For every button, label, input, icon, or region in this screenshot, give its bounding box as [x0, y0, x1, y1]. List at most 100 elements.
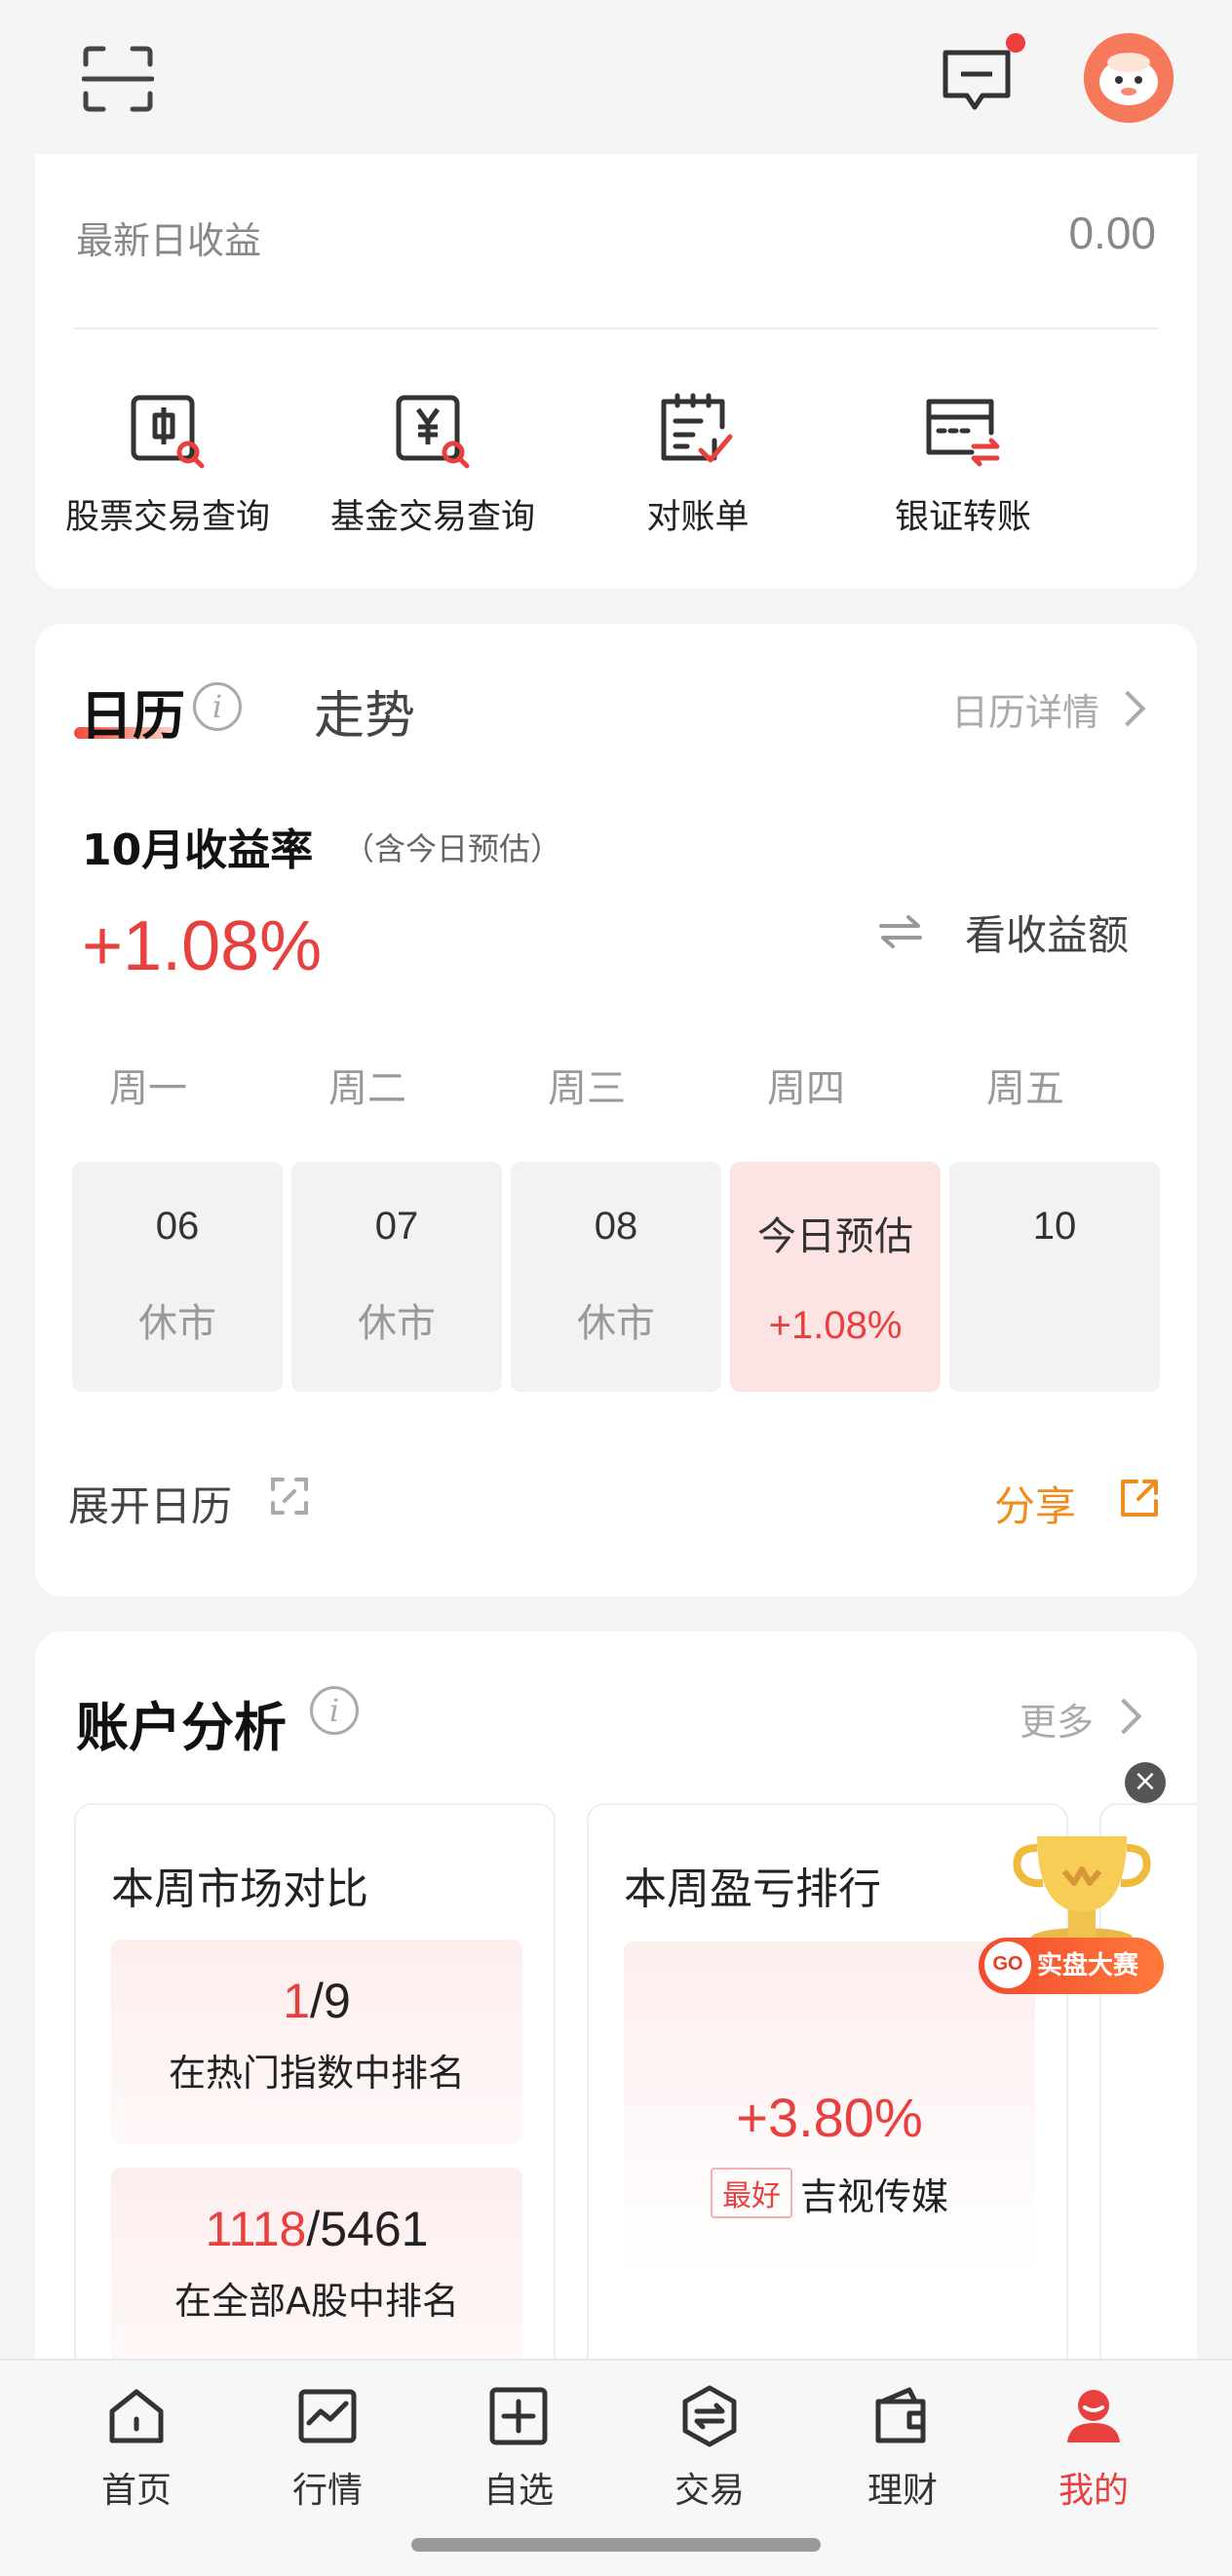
best-stock-name: 吉视传媒: [799, 2175, 948, 2218]
quick-link-stock-query[interactable]: 股票交易查询: [35, 392, 300, 539]
account-analysis-title: 账户分析: [76, 1697, 287, 1758]
nav-label: 自选: [482, 2471, 554, 2511]
month-return-value: +1.08%: [82, 907, 323, 985]
home-icon: [109, 2389, 164, 2443]
pl-best-box: +3.80% 最好 吉视传媒: [624, 1942, 1035, 2273]
calendar-card: 日历 i 走势 日历详情 10月收益率 （含今日预估） +1.08% 看收益额 …: [35, 624, 1197, 1596]
watchlist-icon: [489, 2387, 548, 2445]
day-number: 10: [1032, 1205, 1077, 1248]
day-status: 休市: [138, 1301, 216, 1346]
market-icon: [298, 2389, 357, 2443]
quick-link-bank-transfer[interactable]: 银证转账: [830, 392, 1096, 539]
day-number: 今日预估: [757, 1214, 913, 1259]
month-return-title: 10月收益率: [82, 826, 314, 875]
day-status: 休市: [577, 1301, 655, 1346]
calendar-day[interactable]: 08 休市: [511, 1162, 721, 1392]
ad-go-badge: GO: [984, 1942, 1031, 1988]
nav-watchlist[interactable]: 自选: [441, 2384, 597, 2513]
calendar-day[interactable]: 10: [949, 1162, 1160, 1392]
nav-label: 我的: [1058, 2471, 1129, 2511]
message-icon[interactable]: [940, 47, 1014, 113]
close-ad-button[interactable]: ×: [1125, 1762, 1166, 1803]
day-number: 06: [155, 1205, 200, 1248]
chevron-right-icon: [1109, 690, 1146, 727]
quick-link-label: 基金交易查询: [329, 498, 535, 537]
profile-icon: [1067, 2390, 1120, 2442]
expand-icon[interactable]: [269, 1476, 310, 1517]
nav-label: 行情: [291, 2471, 363, 2511]
day-status: +1.08%: [768, 1304, 903, 1347]
tab-calendar[interactable]: 日历: [80, 673, 185, 750]
nav-label: 理财: [866, 2471, 938, 2511]
rank-hot-index: 1/9 在热门指数中排名: [111, 1940, 522, 2144]
fund-query-icon: [396, 395, 470, 469]
more-link[interactable]: 更多: [1020, 1692, 1094, 1746]
weekday-label: 周一: [109, 1066, 187, 1111]
calendar-day[interactable]: 07 休市: [291, 1162, 502, 1392]
scan-icon[interactable]: [82, 45, 154, 113]
nav-trade[interactable]: 交易: [632, 2384, 788, 2513]
calendar-detail-link[interactable]: 日历详情: [951, 682, 1099, 736]
nav-profile[interactable]: 我的: [1016, 2384, 1172, 2513]
calendar-day-today[interactable]: 今日预估 +1.08%: [730, 1162, 941, 1392]
quick-link-label: 银证转账: [894, 498, 1031, 537]
trophy-icon: [1013, 1836, 1151, 1947]
best-tag: 最好: [710, 2168, 792, 2218]
statement-icon: [661, 393, 733, 463]
rank-total: /5461: [306, 2202, 429, 2256]
rank-position: 1: [283, 1974, 311, 2028]
bank-transfer-icon: [926, 399, 1000, 467]
tab-trend[interactable]: 走势: [314, 674, 415, 748]
ad-label: 实盘大赛: [1037, 1951, 1139, 1980]
quick-link-statement[interactable]: 对账单: [565, 392, 830, 539]
view-amount-toggle[interactable]: 看收益额: [965, 903, 1129, 962]
info-icon[interactable]: i: [193, 682, 242, 731]
quick-link-label: 对账单: [646, 498, 750, 537]
card-title: 本周市场对比: [111, 1865, 368, 1914]
share-button[interactable]: 分享: [994, 1474, 1076, 1533]
summary-card: 最新日收益 0.00 股票交易查询 基金交易查询 对账单 银证转账: [35, 146, 1197, 589]
divider: [74, 327, 1158, 329]
nav-market[interactable]: 行情: [250, 2384, 405, 2513]
trade-icon: [682, 2385, 737, 2447]
info-icon[interactable]: i: [310, 1686, 359, 1735]
trading-contest-ad[interactable]: GO 实盘大赛: [979, 1823, 1174, 2008]
home-indicator[interactable]: [411, 2538, 821, 2552]
nav-wealth[interactable]: 理财: [825, 2384, 981, 2513]
nav-label: 交易: [674, 2471, 745, 2511]
weekday-label: 周四: [767, 1066, 845, 1111]
latest-daily-earnings-label: 最新日收益: [76, 219, 262, 262]
day-number: 08: [594, 1205, 638, 1248]
stock-query-icon: [131, 395, 205, 469]
wallet-icon: [875, 2387, 926, 2443]
top-bar: [0, 0, 1232, 154]
nav-label: 首页: [100, 2471, 172, 2511]
avatar-mascot-icon: [1084, 33, 1174, 123]
latest-daily-earnings-value: 0.00: [1068, 208, 1156, 258]
swap-icon: [879, 915, 922, 948]
expand-calendar-button[interactable]: 展开日历: [68, 1474, 232, 1533]
nav-home[interactable]: 首页: [58, 2384, 214, 2513]
weekday-label: 周三: [548, 1066, 626, 1111]
share-icon[interactable]: [1117, 1476, 1162, 1520]
ad-tag: GO 实盘大赛: [979, 1938, 1164, 1994]
rank-description: 在全部A股中排名: [174, 2280, 459, 2323]
avatar[interactable]: [1084, 33, 1174, 123]
quick-link-fund-query[interactable]: 基金交易查询: [300, 392, 565, 539]
pl-best-percent: +3.80%: [736, 2087, 923, 2148]
weekday-label: 周五: [986, 1066, 1064, 1111]
weekly-market-comparison-card[interactable]: 本周市场对比 1/9 在热门指数中排名 1118/5461 在全部A股中排名: [74, 1803, 556, 2450]
quick-link-label: 股票交易查询: [64, 498, 270, 537]
day-number: 07: [374, 1205, 419, 1248]
card-title: 本周盈亏排行: [624, 1865, 881, 1914]
rank-all-a-shares: 1118/5461 在全部A股中排名: [111, 2168, 522, 2372]
month-return-subtitle: （含今日预估）: [343, 830, 562, 867]
weekday-label: 周二: [328, 1066, 406, 1111]
chevron-right-icon: [1105, 1698, 1142, 1735]
day-status: 休市: [358, 1301, 436, 1346]
account-analysis-card: 账户分析 i 更多 本周市场对比 1/9 在热门指数中排名 1118/5461 …: [35, 1632, 1197, 2450]
calendar-day[interactable]: 06 休市: [72, 1162, 283, 1392]
rank-position: 1118: [205, 2202, 307, 2256]
rank-description: 在热门指数中排名: [168, 2052, 465, 2095]
unread-dot: [1006, 33, 1025, 53]
